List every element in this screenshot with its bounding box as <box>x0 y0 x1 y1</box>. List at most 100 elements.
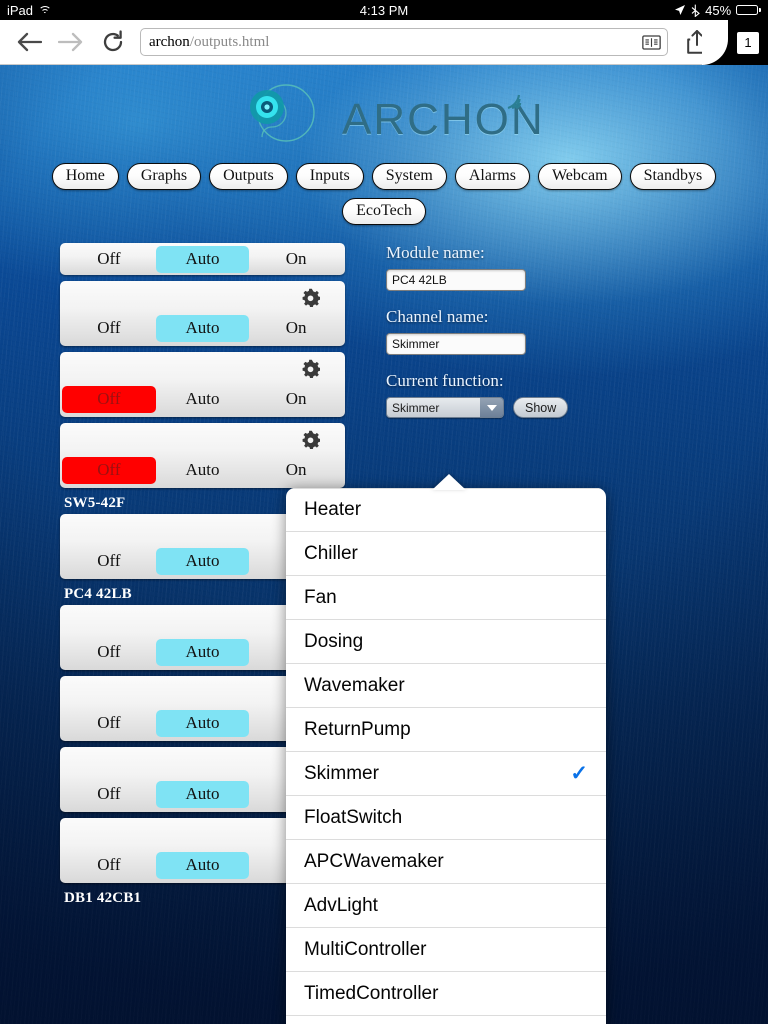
nav-button-alarms[interactable]: Alarms <box>454 163 530 190</box>
mode-button-off[interactable]: Off <box>62 386 156 413</box>
function-option-multicontroller[interactable]: MultiController <box>286 928 606 972</box>
function-option-label: TimedController <box>304 982 439 1004</box>
nav-button-graphs[interactable]: Graphs <box>126 163 202 190</box>
web-page: ARCHON Home Graphs Outputs Inputs System Alar… <box>0 65 768 1024</box>
back-button[interactable] <box>8 21 50 63</box>
forward-button[interactable] <box>50 21 92 63</box>
show-button[interactable]: Show <box>513 397 569 418</box>
reload-button[interactable] <box>92 21 134 63</box>
popover-arrow-icon <box>432 474 466 490</box>
output-channel-row: OffAutoOn <box>60 243 345 275</box>
mode-segment-group: OffAutoOn <box>60 314 345 346</box>
browser-toolbar: archon/outputs.html 1 <box>0 20 768 65</box>
mode-button-off[interactable]: Off <box>62 639 156 666</box>
mode-button-off[interactable]: Off <box>62 548 156 575</box>
channel-settings-button[interactable] <box>280 288 341 307</box>
function-option-returnpump[interactable]: ReturnPump <box>286 708 606 752</box>
function-option-label: ReturnPump <box>304 718 411 740</box>
mode-button-on[interactable]: On <box>249 386 343 413</box>
gear-icon[interactable] <box>301 288 321 307</box>
tabbar-curve <box>702 20 728 65</box>
nav-button-outputs[interactable]: Outputs <box>209 163 288 190</box>
channel-settings-button[interactable] <box>280 359 341 378</box>
channel-header <box>60 352 345 385</box>
nav-button-inputs[interactable]: Inputs <box>295 163 364 190</box>
module-name-input[interactable]: PC4 42LB <box>386 269 526 291</box>
bluetooth-icon <box>691 4 701 17</box>
function-option-advlight[interactable]: AdvLight <box>286 884 606 928</box>
mode-button-auto[interactable]: Auto <box>155 639 250 666</box>
mode-button-off[interactable]: Off <box>62 710 156 737</box>
location-arrow-icon <box>675 5 686 15</box>
forward-arrow-icon <box>58 32 83 52</box>
function-option-label: AdvLight <box>304 894 378 916</box>
gear-icon[interactable] <box>301 430 321 449</box>
address-bar[interactable]: archon/outputs.html <box>140 28 668 56</box>
function-option-label: Skimmer <box>304 762 379 784</box>
function-option-wavemaker[interactable]: Wavemaker <box>286 664 606 708</box>
function-option-fan[interactable]: Fan <box>286 576 606 620</box>
gear-icon[interactable] <box>301 359 321 378</box>
url-path: /outputs.html <box>189 33 270 50</box>
status-bar-right: 45% <box>674 3 761 18</box>
nav-button-system[interactable]: System <box>371 163 447 190</box>
function-option-heater[interactable]: Heater <box>286 488 606 532</box>
mode-button-auto[interactable]: Auto <box>155 852 250 879</box>
nav-button-webcam[interactable]: Webcam <box>537 163 622 190</box>
status-bar-clock: 4:13 PM <box>359 2 409 18</box>
mode-segment-group: OffAutoOn <box>60 456 345 488</box>
function-option-timedcontroller[interactable]: TimedController <box>286 972 606 1016</box>
mode-segment-group: OffAutoOn <box>60 385 345 417</box>
wifi-arcs-icon <box>507 94 522 110</box>
mode-button-on[interactable]: On <box>249 457 343 484</box>
nav-button-standbys[interactable]: Standbys <box>629 163 717 190</box>
channel-settings-button[interactable] <box>280 430 341 449</box>
function-option-dosing[interactable]: Dosing <box>286 620 606 664</box>
channel-name-input[interactable]: Skimmer <box>386 333 526 355</box>
back-arrow-icon <box>17 32 42 52</box>
reload-icon <box>103 30 123 52</box>
mode-segment-group: OffAutoOn <box>60 243 345 275</box>
function-option-mlc[interactable]: MLC <box>286 1016 606 1024</box>
tab-count-button[interactable]: 1 <box>728 20 768 65</box>
mode-button-off[interactable]: Off <box>62 457 156 484</box>
channel-form: Module name: PC4 42LB Channel name: Skim… <box>386 243 716 418</box>
nav-button-home[interactable]: Home <box>51 163 119 190</box>
mode-button-off[interactable]: Off <box>62 315 156 342</box>
function-option-label: Wavemaker <box>304 674 405 696</box>
function-option-label: Chiller <box>304 542 358 564</box>
current-function-label: Current function: <box>386 371 504 390</box>
mode-button-off[interactable]: Off <box>62 781 156 808</box>
module-name-label: Module name: <box>386 243 485 262</box>
function-option-chiller[interactable]: Chiller <box>286 532 606 576</box>
output-channel-row: OffAutoOn <box>60 423 345 488</box>
nav-row-secondary: EcoTech <box>0 197 768 225</box>
mode-button-on[interactable]: On <box>249 315 343 342</box>
mode-button-auto[interactable]: Auto <box>155 781 250 808</box>
mode-button-auto[interactable]: Auto <box>155 315 250 342</box>
battery-percent-label: 45% <box>705 2 732 18</box>
function-option-skimmer[interactable]: Skimmer ✓ <box>286 752 606 796</box>
mode-button-auto[interactable]: Auto <box>156 386 250 413</box>
mode-button-auto[interactable]: Auto <box>155 548 250 575</box>
function-option-apcwavemaker[interactable]: APCWavemaker <box>286 840 606 884</box>
channel-header <box>60 423 345 456</box>
mode-button-auto[interactable]: Auto <box>155 710 250 737</box>
nav-button-ecotech[interactable]: EcoTech <box>342 197 426 225</box>
output-channel-row: OffAutoOn <box>60 352 345 417</box>
mode-button-off[interactable]: Off <box>62 246 156 273</box>
function-option-floatswitch[interactable]: FloatSwitch <box>286 796 606 840</box>
mode-button-on[interactable]: On <box>249 246 343 273</box>
function-option-label: MultiController <box>304 938 427 960</box>
function-option-label: Dosing <box>304 630 364 652</box>
output-channel-row: OffAutoOn <box>60 281 345 346</box>
current-function-select[interactable]: Skimmer <box>386 397 504 418</box>
mode-button-off[interactable]: Off <box>62 852 156 879</box>
url-host: archon <box>149 33 190 50</box>
mode-button-auto[interactable]: Auto <box>155 245 250 273</box>
ipad-screen: iPad 4:13 PM 45% archon/outputs.html 1 A… <box>0 0 768 1024</box>
mode-button-auto[interactable]: Auto <box>156 457 250 484</box>
chevron-down-icon[interactable] <box>480 398 503 417</box>
checkmark-icon: ✓ <box>570 762 588 785</box>
reader-view-icon[interactable] <box>642 34 661 50</box>
